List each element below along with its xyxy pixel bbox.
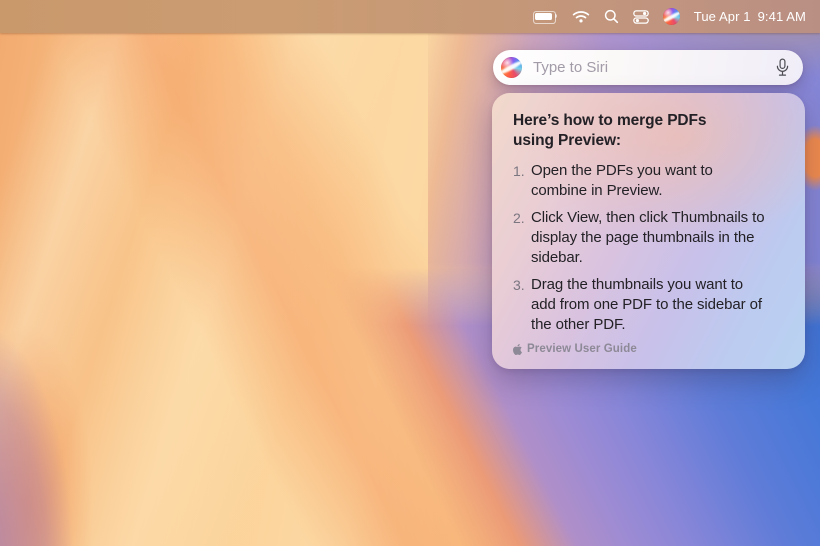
battery-nub: [555, 14, 557, 18]
siri-icon: [501, 57, 522, 78]
list-item: 3. Drag the thumbnails you want to add f…: [513, 275, 787, 335]
step-text: Click View, then click Thumbnails to dis…: [531, 208, 764, 268]
steps-list: 1. Open the PDFs you want to combine in …: [513, 161, 787, 335]
battery-icon[interactable]: [533, 11, 558, 23]
wifi-icon[interactable]: [572, 10, 590, 23]
microphone-icon[interactable]: [774, 57, 791, 78]
step-number: 2.: [513, 208, 531, 268]
menu-bar-clock[interactable]: Tue Apr 1 9:41 AM: [694, 9, 806, 24]
source-link[interactable]: Preview User Guide: [513, 343, 787, 355]
type-to-siri-input[interactable]: [493, 50, 803, 85]
desktop: Tue Apr 1 9:41 AM Here’s how to merge PD…: [0, 0, 820, 546]
control-center-icon[interactable]: [633, 10, 649, 24]
step-number: 1.: [513, 161, 531, 201]
source-link-label: Preview User Guide: [527, 343, 637, 355]
menu-bar-status-items: Tue Apr 1 9:41 AM: [533, 0, 820, 33]
menu-bar: Tue Apr 1 9:41 AM: [0, 0, 820, 33]
step-number: 3.: [513, 275, 531, 335]
apple-logo-icon: [513, 344, 522, 355]
battery-charge-level: [535, 13, 552, 20]
spotlight-search-icon[interactable]: [604, 9, 619, 24]
menu-bar-date: Tue Apr 1: [694, 9, 751, 24]
siri-menubar-icon[interactable]: [663, 8, 680, 25]
list-item: 2. Click View, then click Thumbnails to …: [513, 208, 787, 268]
siri-text-field[interactable]: [531, 58, 774, 77]
step-text: Drag the thumbnails you want to add from…: [531, 275, 762, 335]
menu-bar-time: 9:41 AM: [758, 9, 806, 24]
card-heading: Here’s how to merge PDFs using Preview:: [513, 111, 743, 151]
list-item: 1. Open the PDFs you want to combine in …: [513, 161, 787, 201]
step-text: Open the PDFs you want to combine in Pre…: [531, 161, 713, 201]
siri-response-card: Here’s how to merge PDFs using Preview: …: [492, 93, 805, 369]
